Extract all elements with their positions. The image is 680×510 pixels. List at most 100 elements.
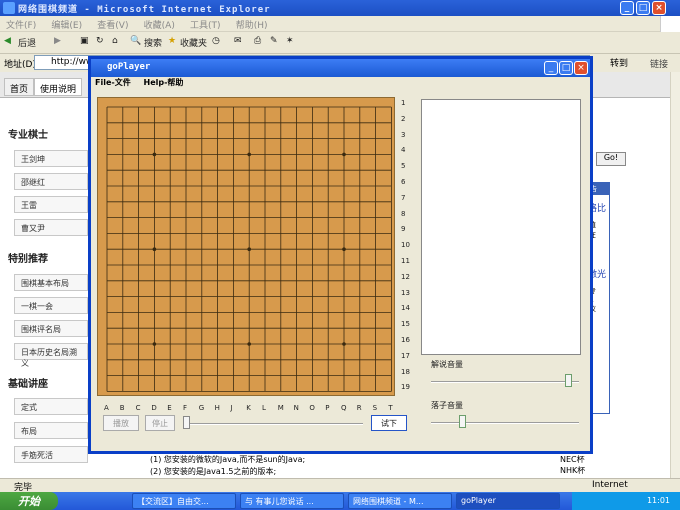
- sidebar-heading-pros: 专业棋士: [8, 130, 48, 141]
- clock: 11:01: [646, 496, 670, 505]
- forward-arrow-icon[interactable]: ▶: [54, 36, 61, 46]
- try-button[interactable]: 试下: [371, 415, 407, 431]
- ie-logo-icon: [3, 2, 15, 14]
- row-number: 10: [401, 241, 410, 250]
- refresh-icon[interactable]: ↻: [96, 36, 104, 46]
- ie-menu-bar: 文件(F) 编辑(E) 查看(V) 收藏(A) 工具(T) 帮助(H): [0, 16, 680, 32]
- menu-view[interactable]: 查看(V): [91, 16, 134, 33]
- go-board-grid[interactable]: [98, 98, 396, 397]
- cup-link[interactable]: NEC杯: [560, 454, 585, 465]
- favorites-button[interactable]: 收藏夹: [180, 36, 207, 49]
- tab-home[interactable]: 首页: [4, 78, 35, 96]
- column-letter: S: [372, 404, 378, 412]
- search-icon[interactable]: 🔍: [130, 36, 141, 46]
- sidebar-item[interactable]: 邵继红: [14, 173, 88, 190]
- print-icon[interactable]: ⎙: [254, 36, 261, 46]
- address-label: 地址(D): [4, 60, 36, 70]
- progress-thumb[interactable]: [183, 416, 190, 429]
- star-point: [247, 247, 251, 251]
- row-number: 2: [401, 114, 406, 123]
- row-number: 14: [401, 304, 410, 313]
- play-button[interactable]: 播放: [103, 415, 139, 431]
- column-letter: Q: [341, 404, 347, 412]
- tab-instructions[interactable]: 使用说明: [34, 78, 83, 96]
- go-button[interactable]: 转到: [610, 56, 628, 69]
- sidebar-item[interactable]: 日本历史名局溯义: [14, 343, 88, 368]
- taskbar-button[interactable]: 网络围棋频道 - M...: [348, 493, 452, 509]
- ie-title-bar: 网络围棋频道 - Microsoft Internet Explorer _ □…: [0, 0, 680, 16]
- commentary-volume-track[interactable]: [431, 381, 579, 383]
- star-point: [342, 152, 346, 157]
- sidebar-item[interactable]: 王剑坤: [14, 150, 88, 167]
- row-number: 16: [401, 336, 410, 344]
- sidebar-item[interactable]: 布局: [14, 422, 88, 439]
- taskbar-button[interactable]: 【交流区】自由交...: [132, 493, 236, 509]
- stop-icon[interactable]: ▣: [80, 36, 89, 46]
- maximize-icon[interactable]: □: [559, 61, 573, 75]
- column-letter: A: [104, 404, 109, 412]
- row-number: 3: [401, 130, 406, 139]
- sidebar-item[interactable]: 王雷: [14, 196, 88, 213]
- progress-track[interactable]: [183, 423, 363, 425]
- taskbar-button[interactable]: 与 有事儿您说话 ...: [240, 493, 344, 509]
- messenger-icon[interactable]: ✶: [286, 36, 294, 46]
- row-number: 11: [401, 257, 410, 265]
- sidebar-item[interactable]: 手筋死活: [14, 446, 88, 463]
- back-arrow-icon[interactable]: ◀: [4, 36, 11, 46]
- menu-favorites[interactable]: 收藏(A): [138, 16, 181, 33]
- go-search-button[interactable]: Go!: [596, 152, 626, 166]
- start-button[interactable]: 开始: [0, 492, 58, 510]
- sidebar-item[interactable]: 一棋一会: [14, 297, 88, 314]
- column-letter: T: [388, 404, 393, 412]
- back-button[interactable]: 后退: [18, 36, 36, 49]
- history-icon[interactable]: ◷: [212, 36, 220, 46]
- edit-icon[interactable]: ✎: [270, 36, 278, 46]
- minimize-icon[interactable]: _: [620, 1, 634, 15]
- menu-tools[interactable]: 工具(T): [184, 16, 227, 33]
- sidebar-item[interactable]: 围棋基本布局: [14, 274, 88, 291]
- status-bar: 完毕 Internet: [0, 478, 680, 493]
- column-letter: L: [262, 404, 266, 412]
- taskbar-button-goplayer[interactable]: goPlayer: [456, 493, 560, 509]
- row-number: 5: [401, 162, 406, 171]
- row-number: 6: [401, 178, 406, 186]
- maximize-icon[interactable]: □: [636, 1, 650, 15]
- minimize-icon[interactable]: _: [544, 61, 558, 75]
- row-number: 1: [401, 99, 406, 107]
- stone-volume-thumb[interactable]: [459, 415, 467, 428]
- search-button[interactable]: 搜索: [144, 36, 162, 49]
- close-icon[interactable]: ×: [574, 61, 588, 75]
- row-number: 18: [401, 367, 410, 376]
- menu-help[interactable]: Help-帮助: [144, 78, 184, 87]
- star-point: [152, 342, 157, 346]
- favorites-star-icon[interactable]: ★: [168, 36, 176, 46]
- sidebar-item[interactable]: 曹又尹: [14, 219, 88, 236]
- row-number: 8: [401, 209, 406, 218]
- commentary-panel[interactable]: [421, 99, 581, 355]
- mail-icon[interactable]: ✉: [234, 36, 242, 46]
- column-letter: J: [230, 404, 233, 412]
- cup-link[interactable]: NHK杯: [560, 465, 585, 476]
- stop-button[interactable]: 停止: [145, 415, 175, 431]
- go-board[interactable]: [97, 97, 395, 396]
- ie-window-title: 网络围棋频道 - Microsoft Internet Explorer: [18, 5, 271, 15]
- star-point: [342, 342, 346, 346]
- row-number: 12: [401, 272, 410, 281]
- stone-volume-track[interactable]: [431, 422, 579, 424]
- close-icon[interactable]: ×: [652, 1, 666, 15]
- page-scrollbar[interactable]: [670, 72, 680, 478]
- commentary-volume-thumb[interactable]: [564, 374, 572, 387]
- column-letter: R: [356, 404, 362, 412]
- sidebar-item[interactable]: 定式: [14, 398, 88, 415]
- column-letter: O: [309, 404, 315, 412]
- menu-file[interactable]: File-文件: [95, 78, 131, 87]
- column-letter: N: [293, 404, 299, 412]
- goplayer-title: goPlayer: [107, 62, 151, 72]
- links-button[interactable]: 链接: [650, 57, 668, 70]
- sidebar-item[interactable]: 围棋评名局: [14, 320, 88, 337]
- menu-help[interactable]: 帮助(H): [230, 16, 274, 33]
- home-icon[interactable]: ⌂: [112, 36, 118, 46]
- menu-edit[interactable]: 编辑(E): [45, 16, 88, 33]
- menu-file[interactable]: 文件(F): [0, 16, 42, 33]
- goplayer-menu: File-文件 Help-帮助: [91, 77, 590, 91]
